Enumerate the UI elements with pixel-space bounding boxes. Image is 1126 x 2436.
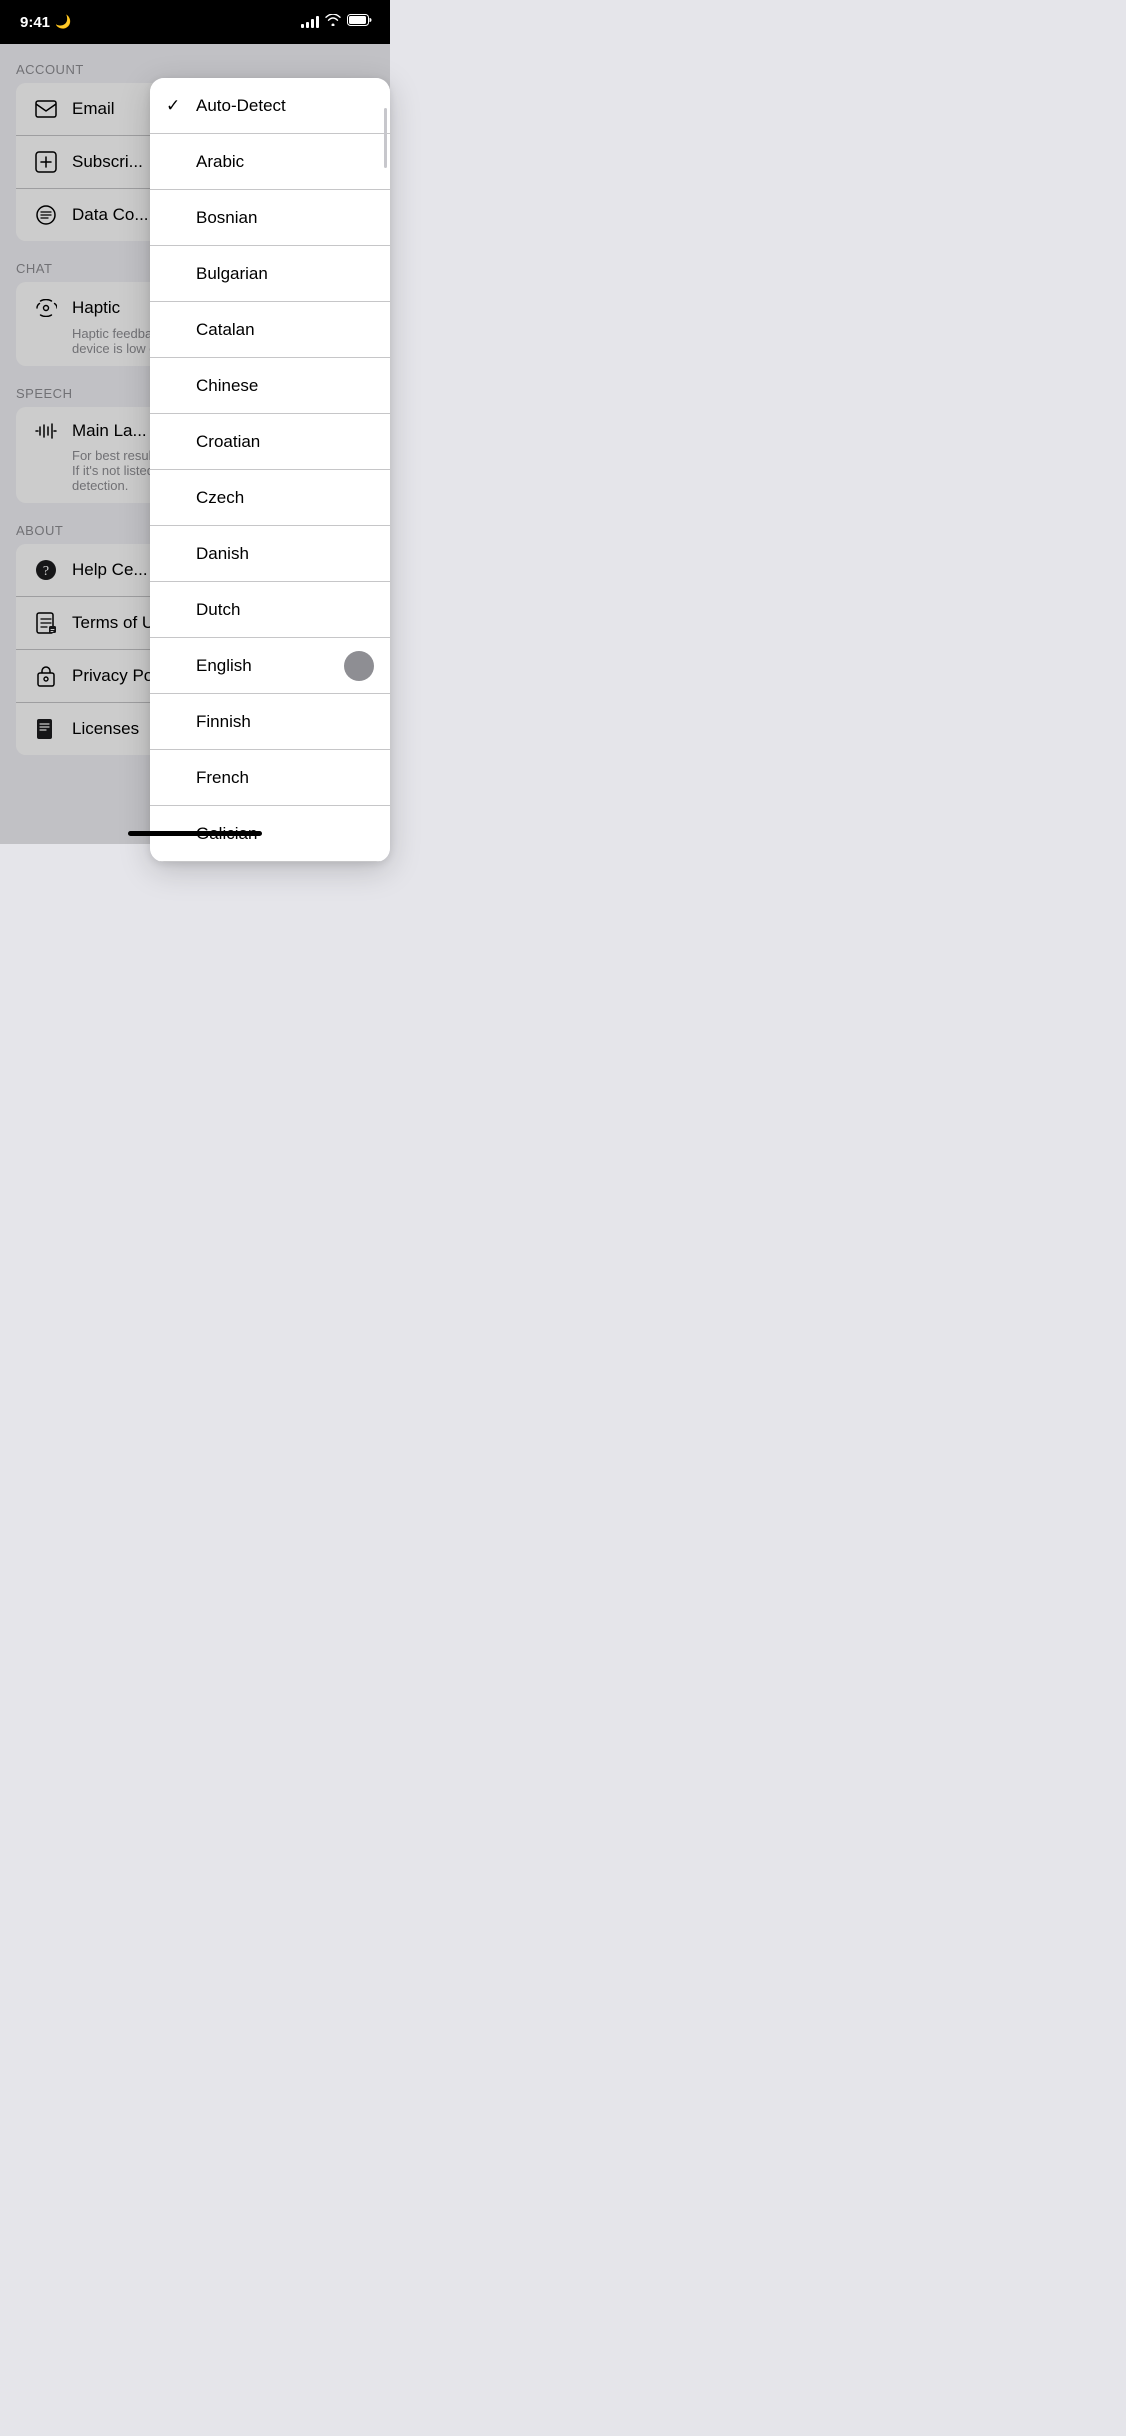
picker-scrollbar — [384, 108, 387, 168]
language-picker[interactable]: ✓ Auto-Detect Arabic Bosnian Bulgarian Catala… — [150, 78, 390, 862]
picker-item-dutch[interactable]: Dutch — [150, 582, 390, 638]
picker-label-catalan: Catalan — [196, 320, 374, 340]
picker-item-catalan[interactable]: Catalan — [150, 302, 390, 358]
picker-label-finnish: Finnish — [196, 712, 374, 732]
signal-icon — [301, 16, 319, 28]
picker-item-bosnian[interactable]: Bosnian — [150, 190, 390, 246]
home-indicator — [128, 831, 262, 836]
picker-dot-english — [344, 651, 374, 681]
picker-item-croatian[interactable]: Croatian — [150, 414, 390, 470]
status-time-area: 9:41 🌙 — [20, 14, 71, 31]
picker-item-french[interactable]: French — [150, 750, 390, 806]
time-label: 9:41 — [20, 14, 50, 31]
picker-checkmark-auto-detect: ✓ — [166, 96, 186, 116]
picker-label-arabic: Arabic — [196, 152, 374, 172]
picker-item-english[interactable]: English — [150, 638, 390, 694]
picker-label-dutch: Dutch — [196, 600, 374, 620]
status-bar: 9:41 🌙 — [0, 0, 390, 44]
picker-label-chinese: Chinese — [196, 376, 374, 396]
picker-label-english: English — [196, 656, 344, 676]
picker-label-bosnian: Bosnian — [196, 208, 374, 228]
wifi-icon — [325, 13, 341, 31]
picker-label-czech: Czech — [196, 488, 374, 508]
picker-item-finnish[interactable]: Finnish — [150, 694, 390, 750]
picker-label-danish: Danish — [196, 544, 374, 564]
picker-label-french: French — [196, 768, 374, 788]
picker-label-auto-detect: Auto-Detect — [196, 96, 374, 116]
picker-item-chinese[interactable]: Chinese — [150, 358, 390, 414]
picker-label-bulgarian: Bulgarian — [196, 264, 374, 284]
picker-item-danish[interactable]: Danish — [150, 526, 390, 582]
picker-item-bulgarian[interactable]: Bulgarian — [150, 246, 390, 302]
picker-item-auto-detect[interactable]: ✓ Auto-Detect — [150, 78, 390, 134]
battery-icon — [347, 13, 372, 31]
picker-label-croatian: Croatian — [196, 432, 374, 452]
status-icons — [301, 13, 372, 31]
picker-item-czech[interactable]: Czech — [150, 470, 390, 526]
moon-icon: 🌙 — [55, 14, 71, 30]
picker-item-arabic[interactable]: Arabic — [150, 134, 390, 190]
